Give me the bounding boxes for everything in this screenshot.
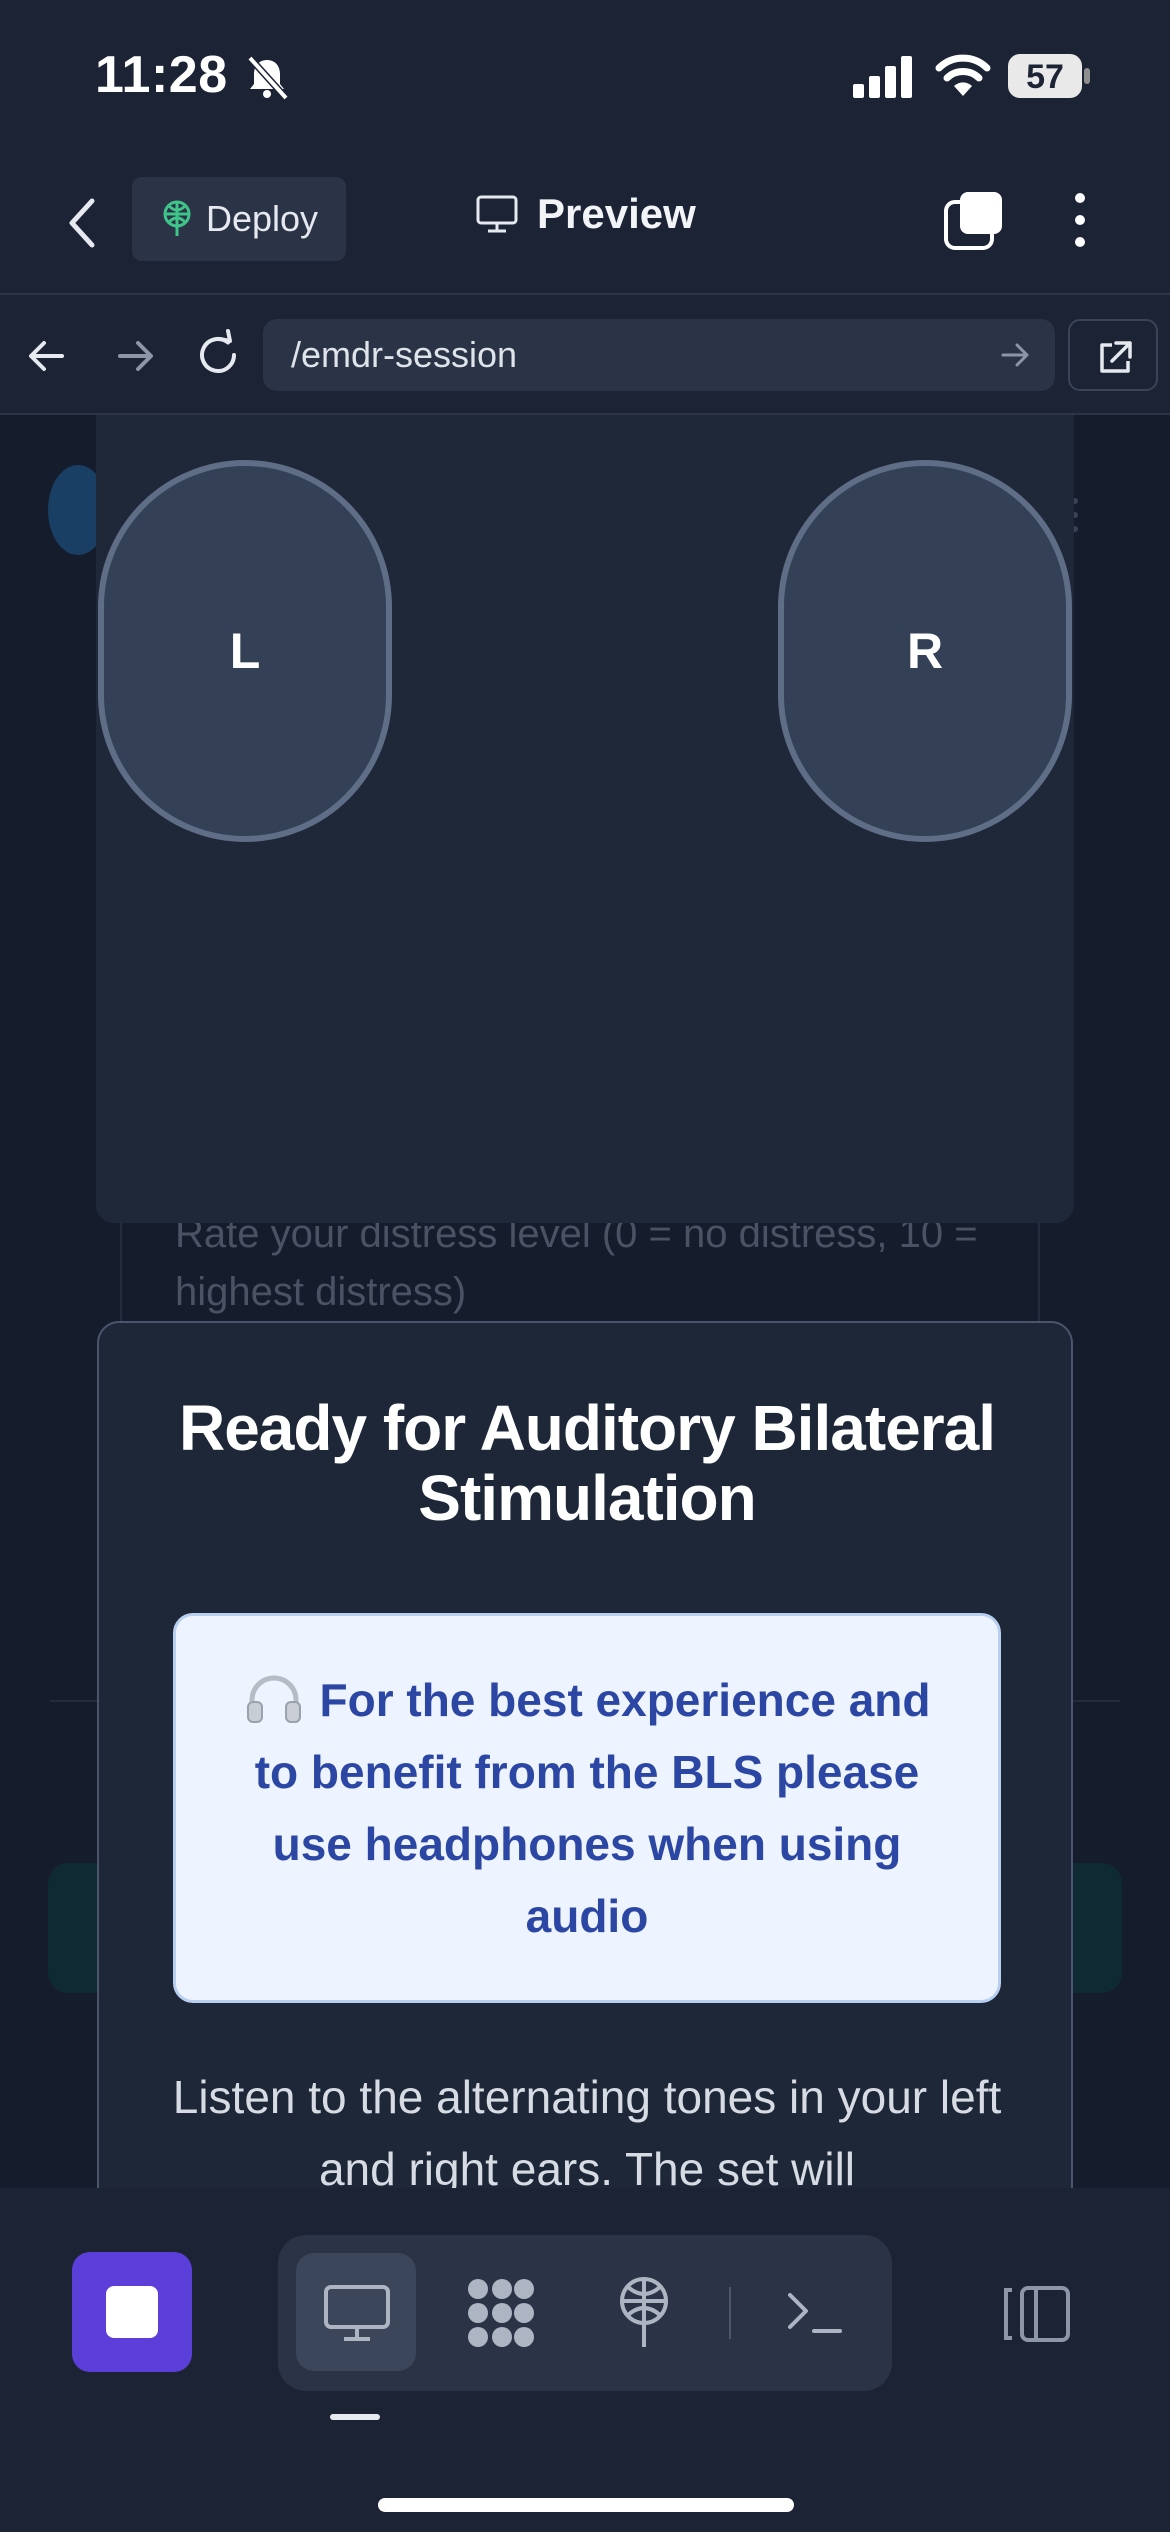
deploy-button[interactable]: Deploy bbox=[132, 177, 346, 261]
app-header: Deploy Preview bbox=[0, 150, 1170, 295]
headphones-icon bbox=[246, 1675, 301, 1723]
preview-label: Preview bbox=[537, 190, 696, 237]
monitor-icon bbox=[476, 195, 518, 233]
status-bar: 11:28 57 bbox=[0, 0, 1170, 150]
signal-icon bbox=[853, 56, 912, 98]
preview-title: Preview bbox=[475, 190, 696, 238]
tool-separator bbox=[729, 2287, 731, 2339]
browser-url-row: /emdr-session bbox=[0, 297, 1170, 415]
headphones-tip: For the best experience and to benefit f… bbox=[173, 1613, 1001, 2003]
wifi-icon bbox=[935, 54, 991, 96]
stop-icon bbox=[106, 2286, 158, 2338]
active-tab-indicator bbox=[330, 2414, 380, 2420]
panel-icon[interactable] bbox=[1000, 2284, 1072, 2344]
home-indicator[interactable] bbox=[378, 2498, 794, 2512]
bottom-toolbar bbox=[0, 2188, 1170, 2532]
tabs-icon[interactable] bbox=[942, 188, 1006, 252]
url-text: /emdr-session bbox=[291, 334, 518, 375]
web-viewport: Rate your distress level (0 = no distres… bbox=[0, 415, 1170, 2188]
terminal-icon[interactable] bbox=[784, 2283, 844, 2343]
monitor-icon[interactable] bbox=[322, 2283, 392, 2343]
deploy-icon[interactable] bbox=[614, 2275, 674, 2351]
deploy-label: Deploy bbox=[206, 198, 319, 239]
url-input[interactable]: /emdr-session bbox=[263, 319, 1055, 391]
dialog-description: Listen to the alternating tones in your … bbox=[172, 2071, 1002, 2188]
bls-ready-dialog: Ready for Auditory Bilateral Stimulation… bbox=[97, 1321, 1073, 2188]
grid-icon[interactable] bbox=[462, 2275, 538, 2351]
open-external-icon bbox=[1100, 341, 1132, 373]
back-chevron-icon[interactable] bbox=[62, 193, 102, 253]
right-ear-indicator: R bbox=[778, 460, 1072, 842]
tip-text: For the best experience and to benefit f… bbox=[254, 1674, 931, 1942]
arrow-left-icon[interactable] bbox=[22, 330, 74, 382]
bell-muted-icon bbox=[247, 55, 289, 101]
battery-icon: 57 bbox=[1008, 54, 1090, 98]
reload-icon[interactable] bbox=[190, 327, 246, 383]
go-arrow-icon[interactable] bbox=[995, 335, 1035, 375]
status-time: 11:28 bbox=[95, 46, 228, 104]
battery-level: 57 bbox=[1026, 58, 1064, 96]
dialog-title: Ready for Auditory Bilateral Stimulation bbox=[178, 1392, 996, 1534]
stop-button[interactable] bbox=[72, 2252, 192, 2372]
left-ear-indicator: L bbox=[98, 460, 392, 842]
battery-cap bbox=[1084, 68, 1090, 84]
tool-switcher bbox=[278, 2235, 892, 2391]
arrow-right-icon[interactable] bbox=[108, 330, 160, 382]
more-vertical-icon[interactable] bbox=[1060, 188, 1100, 252]
stimulation-panel: L R bbox=[96, 415, 1074, 1223]
tip-text-block: For the best experience and to benefit f… bbox=[216, 1664, 958, 1952]
deploy-icon bbox=[163, 200, 191, 236]
open-external-button[interactable] bbox=[1068, 319, 1158, 391]
